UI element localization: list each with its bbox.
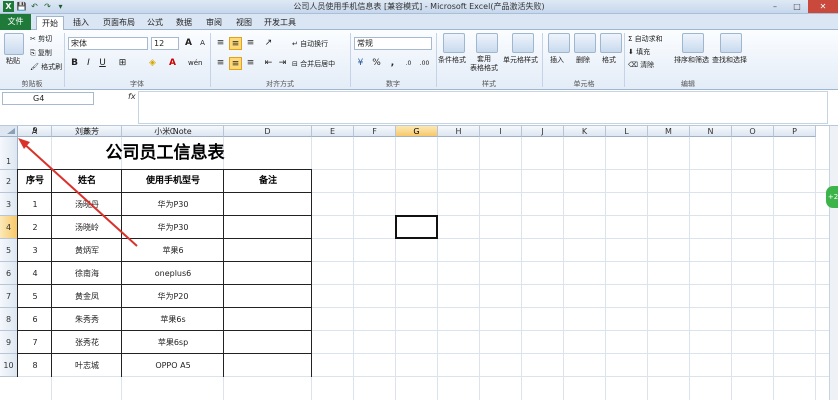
- annotation-arrow: [18, 138, 138, 247]
- annotation-arrow-line: [21, 141, 138, 247]
- excel-window: X 💾 ↶ ↷ ▾ 公司人员使用手机信息表 [兼容模式] - Microsoft…: [0, 0, 838, 400]
